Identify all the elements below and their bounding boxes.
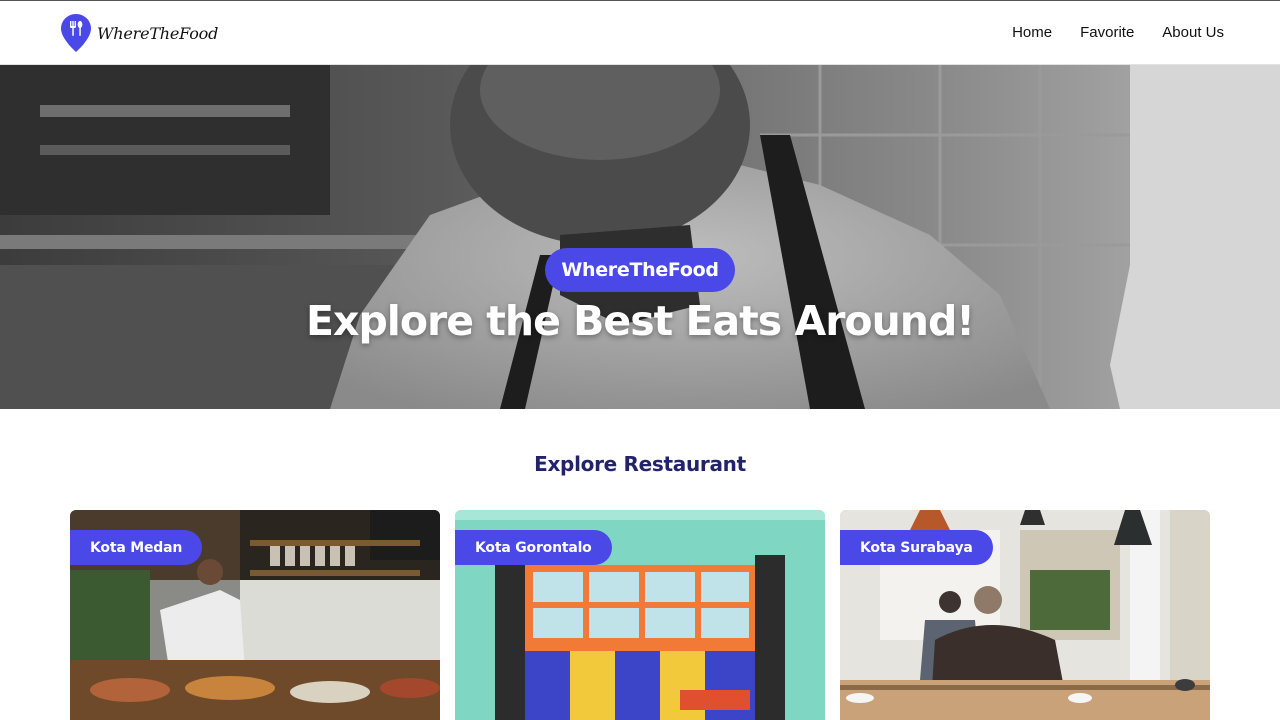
hero-banner: WhereTheFood Explore the Best Eats Aroun… xyxy=(0,65,1280,409)
hero-title: Explore the Best Eats Around! xyxy=(305,297,975,345)
hero-chef-photo xyxy=(0,65,1280,409)
restaurant-card[interactable]: Kota Medan xyxy=(70,510,440,720)
navbar: WhereTheFood Home Favorite About Us xyxy=(0,0,1280,65)
section-title: Explore Restaurant xyxy=(534,452,746,476)
nav-favorite[interactable]: Favorite xyxy=(1080,23,1134,43)
location-pin-icon xyxy=(61,14,91,52)
restaurant-card[interactable]: Kota Surabaya xyxy=(840,510,1210,720)
brand-logo-link[interactable]: WhereTheFood xyxy=(60,13,218,53)
card-city-badge: Kota Gorontalo xyxy=(455,530,612,565)
main-nav: Home Favorite About Us xyxy=(1012,23,1224,43)
restaurant-card[interactable]: Kota Gorontalo xyxy=(455,510,825,720)
nav-about-us[interactable]: About Us xyxy=(1162,23,1224,43)
card-city-badge: Kota Surabaya xyxy=(840,530,993,565)
hero-brand-badge: WhereTheFood xyxy=(545,248,735,292)
nav-home[interactable]: Home xyxy=(1012,23,1052,43)
brand-name: WhereTheFood xyxy=(97,23,219,43)
card-city-badge: Kota Medan xyxy=(70,530,203,565)
